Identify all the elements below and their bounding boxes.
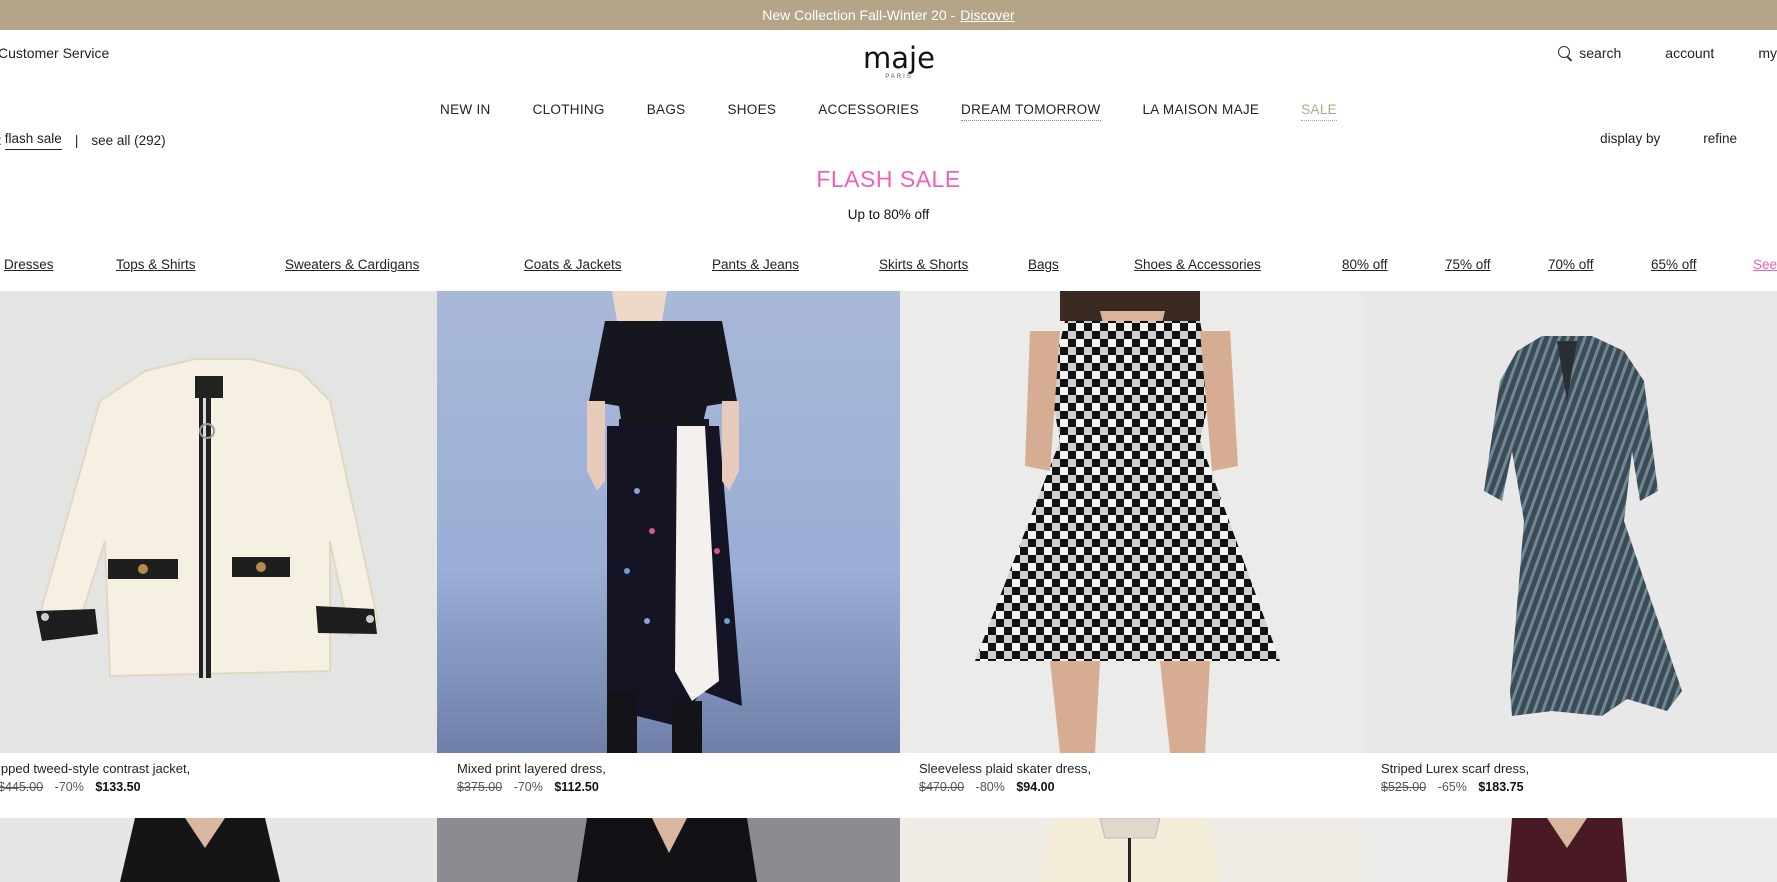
page-title: FLASH SALE <box>816 166 961 192</box>
nav-dream-tomorrow[interactable]: DREAM TOMORROW <box>961 102 1101 121</box>
nav-sale[interactable]: SALE <box>1301 102 1337 121</box>
discover-link[interactable]: Discover <box>960 7 1014 23</box>
category-75-off[interactable]: 75% off <box>1445 257 1491 272</box>
category-80-off[interactable]: 80% off <box>1342 257 1388 272</box>
category-bags[interactable]: Bags <box>1028 257 1059 272</box>
original-price: $525.00 <box>1381 780 1427 794</box>
discount-percent: -65% <box>1437 780 1467 794</box>
logo-word: maje <box>863 41 935 75</box>
my-link[interactable]: my <box>1758 45 1777 61</box>
product-name[interactable]: ipped tweed-style contrast jacket, <box>0 761 190 776</box>
search-label: search <box>1579 45 1622 61</box>
category-sweaters-cardigans[interactable]: Sweaters & Cardigans <box>285 257 419 272</box>
price-row: $445.00 -70% $133.50 <box>0 780 190 794</box>
category-shoes-accessories[interactable]: Shoes & Accessories <box>1134 257 1261 272</box>
search-button[interactable]: search <box>1558 45 1621 61</box>
category-70-off[interactable]: 70% off <box>1548 257 1594 272</box>
crumb-prefix: : <box>0 133 2 148</box>
product-tile[interactable]: Sleeveless plaid skater dress, $470.00 -… <box>900 291 1363 794</box>
product-image[interactable] <box>437 291 900 753</box>
product-info: Mixed print layered dress, $375.00 -70% … <box>457 761 606 794</box>
model-top-illustration <box>577 818 757 882</box>
brand-logo[interactable]: maje PARIS <box>862 43 936 81</box>
nav-la-maison-maje[interactable]: LA MAISON MAJE <box>1143 102 1260 121</box>
dress-model-illustration <box>587 291 742 753</box>
product-tile[interactable]: ipped tweed-style contrast jacket, $445.… <box>0 291 437 794</box>
breadcrumb: : flash sale | see all (292) <box>0 131 166 150</box>
see-all-link[interactable]: see all (292) <box>91 133 165 148</box>
model-top-illustration <box>1507 818 1627 882</box>
customer-service-link[interactable]: Customer Service <box>0 45 109 61</box>
product-image[interactable] <box>0 818 437 882</box>
crumb-flash-sale[interactable]: flash sale <box>4 131 62 150</box>
product-name[interactable]: Striped Lurex scarf dress, <box>1381 761 1529 776</box>
category-tops-shirts[interactable]: Tops & Shirts <box>116 257 196 272</box>
product-image[interactable] <box>900 291 1363 753</box>
product-image[interactable] <box>0 291 437 753</box>
header-actions: search account my <box>1558 45 1777 61</box>
refine-button[interactable]: refine <box>1703 131 1737 146</box>
price-row: $375.00 -70% $112.50 <box>457 780 606 794</box>
category-see-all[interactable]: See <box>1753 257 1777 272</box>
product-image[interactable] <box>1362 291 1777 753</box>
product-info: ipped tweed-style contrast jacket, $445.… <box>0 761 190 794</box>
original-price: $375.00 <box>457 780 503 794</box>
sale-price: $183.75 <box>1478 780 1524 794</box>
lurex-dress-illustration <box>1484 336 1682 716</box>
category-links: Dresses Tops & Shirts Sweaters & Cardiga… <box>0 257 1777 277</box>
category-pants-jeans[interactable]: Pants & Jeans <box>712 257 799 272</box>
product-tile[interactable]: Striped Lurex scarf dress, $525.00 -65% … <box>1362 291 1777 794</box>
promo-text: New Collection Fall-Winter 20 - <box>762 7 956 23</box>
product-image[interactable] <box>900 818 1363 882</box>
model-top-illustration <box>1040 818 1220 882</box>
product-info: Sleeveless plaid skater dress, $470.00 -… <box>919 761 1091 794</box>
price-row: $525.00 -65% $183.75 <box>1381 780 1529 794</box>
nav-bags[interactable]: BAGS <box>647 102 686 121</box>
nav-new-in[interactable]: NEW IN <box>440 102 491 121</box>
promo-bar: New Collection Fall-Winter 20 - Discover <box>0 0 1777 30</box>
search-icon <box>1558 45 1573 61</box>
main-nav: NEW IN CLOTHING BAGS SHOES ACCESSORIES D… <box>0 102 1777 121</box>
model-top-illustration <box>120 818 280 882</box>
price-row: $470.00 -80% $94.00 <box>919 780 1091 794</box>
display-by-button[interactable]: display by <box>1600 131 1660 146</box>
crumb-separator: | <box>74 133 79 148</box>
product-name[interactable]: Mixed print layered dress, <box>457 761 606 776</box>
category-65-off[interactable]: 65% off <box>1651 257 1697 272</box>
sale-price: $112.50 <box>554 780 599 794</box>
sale-price: $133.50 <box>95 780 141 794</box>
original-price: $445.00 <box>0 780 44 794</box>
product-image[interactable] <box>1362 818 1777 882</box>
sale-price: $94.00 <box>1016 780 1055 794</box>
category-coats-jackets[interactable]: Coats & Jackets <box>524 257 622 272</box>
product-image[interactable] <box>437 818 900 882</box>
nav-clothing[interactable]: CLOTHING <box>533 102 605 121</box>
discount-percent: -70% <box>513 780 543 794</box>
skater-dress-illustration <box>975 291 1280 753</box>
page-subtitle: Up to 80% off <box>847 207 930 222</box>
discount-percent: -70% <box>54 780 84 794</box>
filter-controls: display by refine <box>1557 131 1737 146</box>
jacket-illustration <box>36 358 380 678</box>
discount-percent: -80% <box>975 780 1005 794</box>
product-info: Striped Lurex scarf dress, $525.00 -65% … <box>1381 761 1529 794</box>
product-name[interactable]: Sleeveless plaid skater dress, <box>919 761 1091 776</box>
original-price: $470.00 <box>919 780 965 794</box>
account-link[interactable]: account <box>1665 45 1714 61</box>
site-header: Customer Service maje PARIS search accou… <box>0 30 1777 90</box>
category-skirts-shorts[interactable]: Skirts & Shorts <box>879 257 968 272</box>
category-dresses[interactable]: Dresses <box>4 257 54 272</box>
nav-accessories[interactable]: ACCESSORIES <box>818 102 919 121</box>
nav-shoes[interactable]: SHOES <box>727 102 776 121</box>
product-tile[interactable]: Mixed print layered dress, $375.00 -70% … <box>437 291 900 794</box>
